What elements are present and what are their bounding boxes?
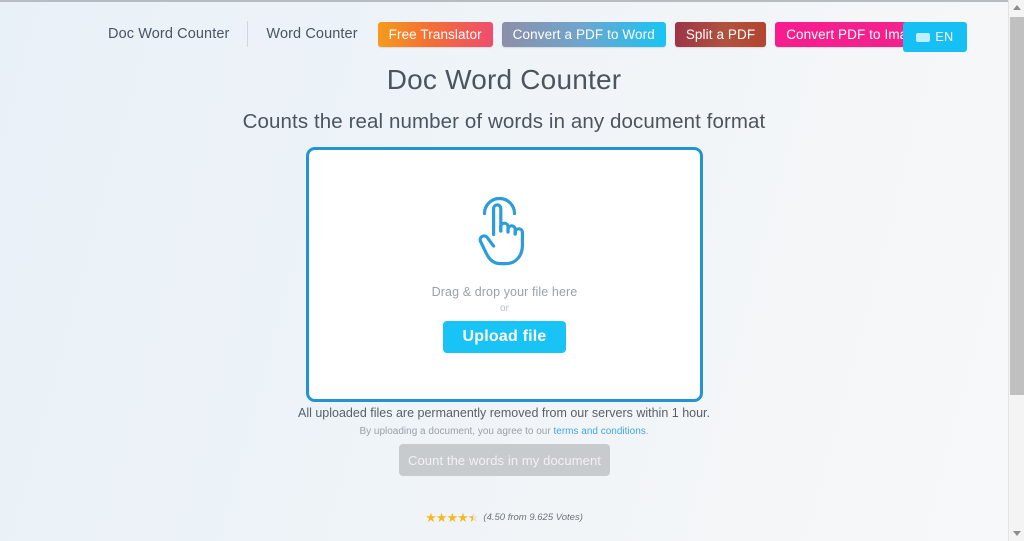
terms-and-conditions-link[interactable]: terms and conditions xyxy=(553,426,645,437)
nav-button-free-translator[interactable]: Free Translator xyxy=(377,21,493,47)
count-words-button[interactable]: Count the words in my document xyxy=(399,444,610,476)
language-label: EN xyxy=(935,30,954,44)
terms-note: By uploading a document, you agree to ou… xyxy=(0,426,1008,437)
scroll-up-arrow-icon[interactable] xyxy=(1009,0,1024,15)
scroll-down-arrow-icon[interactable] xyxy=(1009,526,1024,541)
vertical-scrollbar[interactable] xyxy=(1008,0,1024,541)
page-subtitle: Counts the real number of words in any d… xyxy=(242,110,766,133)
scrollbar-thumb[interactable] xyxy=(1010,17,1024,395)
tap-hand-icon xyxy=(469,186,541,273)
flag-icon xyxy=(916,32,931,42)
page-canvas: Doc Word Counter Word Counter Free Trans… xyxy=(0,0,1008,541)
nav-link-doc-word-counter[interactable]: Doc Word Counter xyxy=(108,26,229,42)
nav-link-word-counter[interactable]: Word Counter xyxy=(266,26,357,42)
nav-divider xyxy=(247,21,249,47)
star-icon: ★ xyxy=(425,510,437,525)
hero-section: Doc Word Counter Counts the real number … xyxy=(0,64,1008,134)
star-rating-icons[interactable]: ★ ★ ★ ★ ★ xyxy=(425,510,480,525)
dropzone-hint-text: Drag & drop your file here xyxy=(431,285,578,299)
star-icon: ★ xyxy=(457,510,469,525)
terms-note-suffix: . xyxy=(645,426,649,437)
rating-block: ★ ★ ★ ★ ★ (4.50 from 9.625 Votes) xyxy=(0,511,1008,524)
star-icon: ★ xyxy=(446,510,458,525)
privacy-note: All uploaded files are permanently remov… xyxy=(297,406,710,420)
top-navigation: Doc Word Counter Word Counter Free Trans… xyxy=(0,4,1008,64)
page-title: Doc Word Counter xyxy=(386,64,622,95)
file-dropzone[interactable]: Drag & drop your file here or Upload fil… xyxy=(306,147,703,402)
dropzone-or-separator: or xyxy=(500,303,509,314)
terms-note-prefix: By uploading a document, you agree to ou… xyxy=(359,426,554,437)
rating-text: (4.50 from 9.625 Votes) xyxy=(483,512,583,523)
nav-button-convert-pdf-to-word[interactable]: Convert a PDF to Word xyxy=(501,21,666,47)
language-selector-button[interactable]: EN xyxy=(903,22,967,52)
star-icon: ★ xyxy=(435,510,448,525)
star-half-icon: ★ xyxy=(467,510,480,525)
upload-file-button[interactable]: Upload file xyxy=(443,321,566,353)
nav-button-split-a-pdf[interactable]: Split a PDF xyxy=(674,21,767,47)
browser-viewport: Doc Word Counter Word Counter Free Trans… xyxy=(0,0,1024,541)
